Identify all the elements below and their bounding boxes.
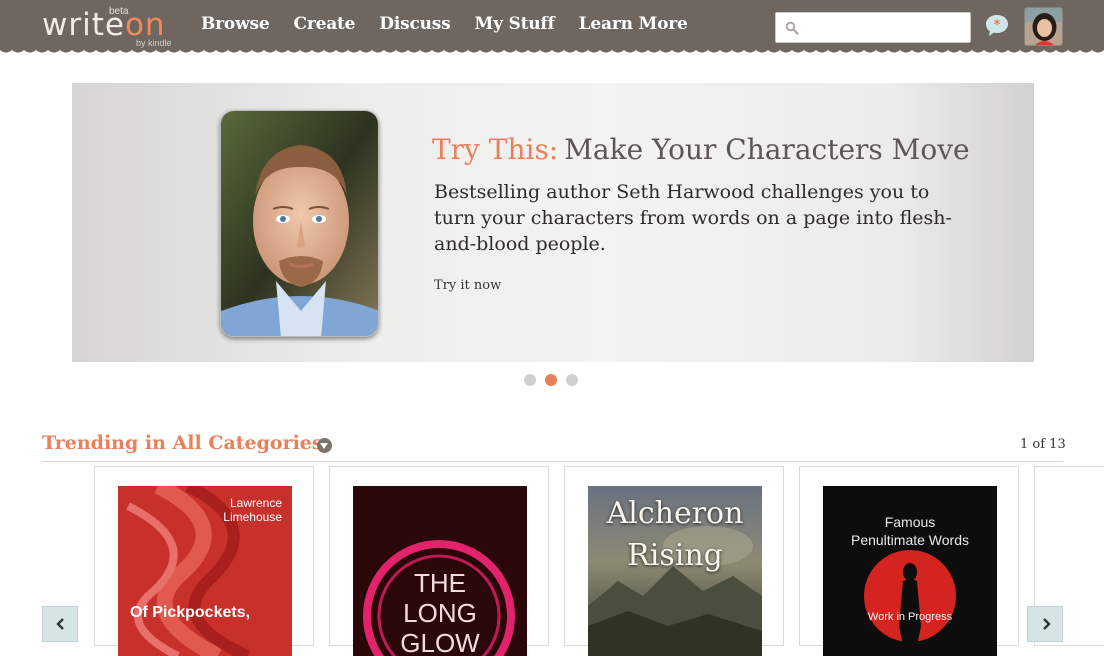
nav-browse[interactable]: Browse [201, 14, 270, 34]
book-subtitle: Work in Progress [867, 611, 953, 623]
chevron-right-icon [1043, 618, 1051, 630]
author-photo [221, 111, 378, 336]
nav-discuss[interactable]: Discuss [379, 14, 450, 34]
book-title-line-2: Rising [627, 538, 723, 573]
book-card[interactable]: Lawrence Limehouse Of Pickpockets, [94, 466, 314, 656]
trending-title: Trending in All Categories [42, 432, 323, 454]
pager-label: 1 of 13 [1020, 437, 1066, 452]
book-card[interactable]: Famous Penultimate Words Work in Progres… [799, 466, 1019, 656]
book-title-line-2: LONG [403, 598, 477, 628]
featured-banner[interactable]: Try This: Make Your Characters Move Bests… [72, 83, 1034, 362]
book-title-line-1: Famous [884, 514, 936, 530]
book-title-line-1: THE [414, 568, 466, 598]
carousel-dot-1[interactable] [524, 374, 536, 386]
book-cover: Famous Penultimate Words Work in Progres… [823, 486, 997, 656]
book-title: Of Pickpockets, [130, 604, 251, 621]
carousel-dots [524, 374, 578, 386]
nav-my-stuff[interactable]: My Stuff [475, 14, 555, 34]
category-dropdown-icon[interactable] [317, 438, 332, 453]
book-cover: Lawrence Limehouse Of Pickpockets, [118, 486, 292, 656]
book-title-line-2: Penultimate Words [850, 532, 969, 548]
banner-description: Bestselling author Seth Harwood challeng… [434, 181, 952, 255]
logo-dot-letter: e [104, 7, 125, 43]
carousel-dot-2[interactable] [545, 374, 557, 386]
logo-wordmark: writeon [42, 8, 166, 42]
writeon-logo[interactable]: beta writeon by kindle [42, 4, 182, 50]
book-author: Lawrence Limehouse [223, 496, 282, 524]
chat-bubble-icon[interactable]: * [984, 13, 1010, 39]
logo-prefix: writ [42, 7, 105, 43]
logo-by-kindle: by kindle [136, 38, 172, 48]
search-icon [785, 21, 799, 35]
carousel-next-button[interactable] [1027, 606, 1063, 642]
author-portrait [220, 110, 379, 337]
banner-title: Try This: Make Your Characters Move [432, 133, 970, 166]
banner-title-prefix: Try This: [432, 133, 559, 166]
cover-silhouette-art [864, 550, 956, 656]
book-cover: Alcheron Rising [588, 486, 762, 656]
user-avatar[interactable] [1024, 7, 1063, 46]
book-title-line-1: Alcheron [606, 496, 744, 531]
avatar-photo [1025, 8, 1062, 45]
nav-learn-more[interactable]: Learn More [579, 14, 688, 34]
search-input[interactable] [804, 17, 964, 39]
book-title-line-3: GLOW [400, 628, 480, 656]
carousel-prev-button[interactable] [42, 606, 78, 642]
section-divider [42, 461, 1063, 462]
chevron-left-icon [56, 618, 64, 630]
main-nav: Browse Create Discuss My Stuff Learn Mor… [201, 14, 688, 34]
search-box [775, 12, 971, 43]
try-it-now-link[interactable]: Try it now [434, 278, 501, 293]
svg-text:*: * [994, 18, 1001, 33]
book-card[interactable]: THE LONG GLOW [329, 466, 549, 656]
book-cover: THE LONG GLOW [353, 486, 527, 656]
nav-create[interactable]: Create [294, 14, 356, 34]
carousel-dot-3[interactable] [566, 374, 578, 386]
banner-title-main: Make Your Characters Move [564, 133, 970, 166]
book-card[interactable]: Alcheron Rising [564, 466, 784, 656]
